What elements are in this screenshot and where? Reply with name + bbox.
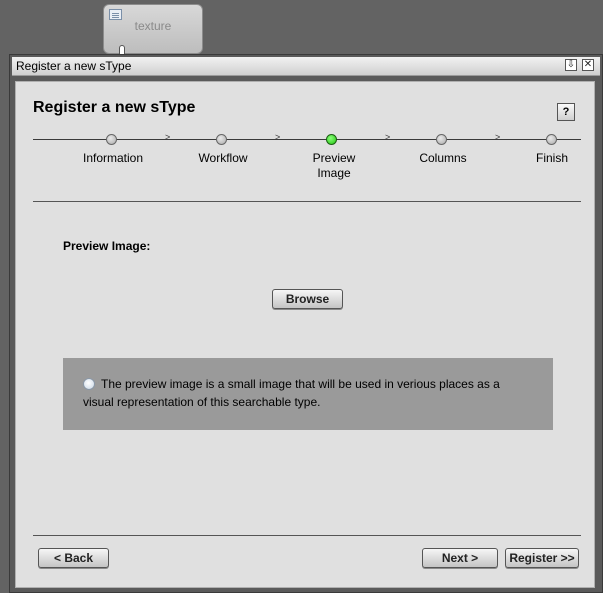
register-button[interactable]: Register >> bbox=[505, 548, 579, 568]
info-box: The preview image is a small image that … bbox=[63, 358, 553, 430]
help-button[interactable]: ? bbox=[557, 103, 575, 121]
connector-icon[interactable] bbox=[119, 45, 125, 54]
step-label-columns[interactable]: Columns bbox=[398, 151, 488, 166]
browse-button[interactable]: Browse bbox=[272, 289, 343, 309]
step-label-preview-image[interactable]: Preview Image bbox=[304, 151, 364, 181]
next-button[interactable]: Next > bbox=[422, 548, 498, 568]
step-arrow-icon: > bbox=[495, 132, 501, 142]
step-dot-information[interactable] bbox=[106, 134, 117, 145]
step-label-information[interactable]: Information bbox=[68, 151, 158, 166]
register-stype-window: Register a new sType ⇩ ✕ Register a new … bbox=[9, 54, 603, 593]
info-text: The preview image is a small image that … bbox=[83, 377, 500, 409]
step-label-finish[interactable]: Finish bbox=[507, 151, 597, 166]
wizard-title: Register a new sType bbox=[33, 99, 196, 116]
step-dot-finish[interactable] bbox=[546, 134, 557, 145]
texture-node-label: texture bbox=[134, 19, 172, 33]
step-label-workflow[interactable]: Workflow bbox=[178, 151, 268, 166]
step-arrow-icon: > bbox=[385, 132, 391, 142]
window-titlebar[interactable]: Register a new sType ⇩ ✕ bbox=[12, 57, 600, 76]
texture-node[interactable]: texture bbox=[103, 4, 203, 54]
close-icon[interactable]: ✕ bbox=[582, 59, 594, 71]
wizard-panel: Register a new sType ? > > > > Informati… bbox=[15, 81, 595, 588]
step-dot-workflow[interactable] bbox=[216, 134, 227, 145]
step-arrow-icon: > bbox=[275, 132, 281, 142]
header-divider bbox=[33, 201, 581, 202]
lightbulb-icon bbox=[83, 378, 95, 390]
window-title: Register a new sType bbox=[16, 59, 132, 73]
step-dot-columns[interactable] bbox=[436, 134, 447, 145]
footer-divider bbox=[33, 535, 581, 536]
back-button[interactable]: < Back bbox=[38, 548, 109, 568]
step-arrow-icon: > bbox=[165, 132, 171, 142]
preview-image-label: Preview Image: bbox=[63, 239, 151, 253]
minimize-icon[interactable]: ⇩ bbox=[565, 59, 577, 71]
step-dot-preview-image[interactable] bbox=[326, 134, 337, 145]
